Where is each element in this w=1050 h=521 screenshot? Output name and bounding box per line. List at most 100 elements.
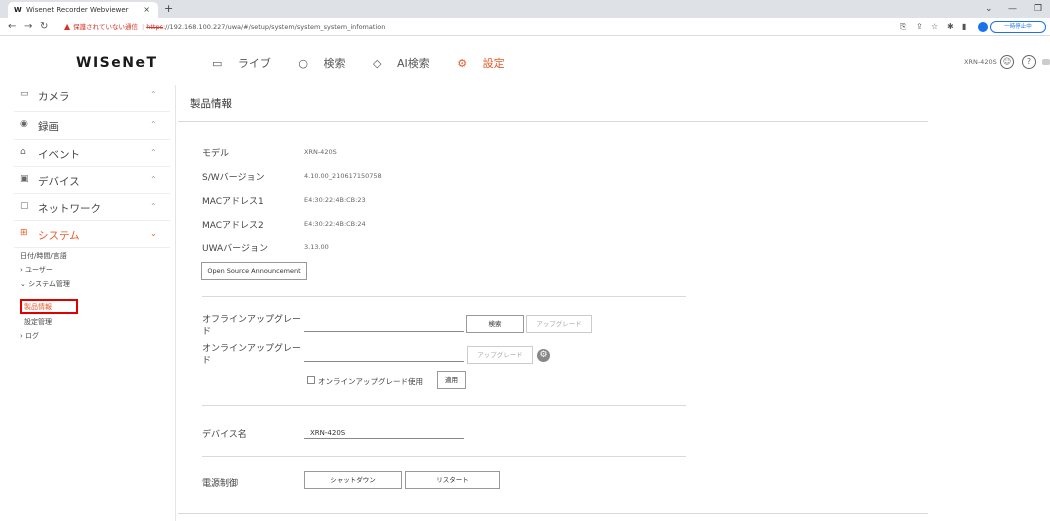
restore-icon[interactable]: ❐ xyxy=(1034,0,1042,18)
url-path: ://192.168.100.227/uwa/#/setup/system/sy… xyxy=(162,23,386,31)
product-info-panel: 製品情報 モデル XRN-420S S/Wバージョン 4.10.00_21061… xyxy=(176,85,1050,521)
network-icon: ▢ xyxy=(20,201,29,211)
profile-avatar[interactable] xyxy=(978,22,988,32)
sw-version-label: S/Wバージョン xyxy=(202,173,265,183)
user-icon[interactable]: ☺ xyxy=(1000,55,1014,69)
tab-close-icon[interactable]: × xyxy=(143,2,150,18)
page-title: 製品情報 xyxy=(190,98,232,110)
online-upgrade-label: オンラインアップグレー xyxy=(202,344,302,354)
sidebar-item-network[interactable]: ▢ ネットワーク ⌃ xyxy=(0,197,176,221)
reload-icon[interactable]: ↻ xyxy=(40,18,48,36)
notification-icon[interactable] xyxy=(1042,59,1050,65)
forward-icon[interactable]: → xyxy=(24,18,32,36)
model-label: モデル xyxy=(202,149,230,159)
settings-sidebar: ▭ カメラ ⌃ ◉ 録画 ⌃ ⌂ イベント ⌃ ▣ デバイス ⌃ ▢ ネットワー… xyxy=(0,85,176,521)
app-header: WISeNeT ▭ ライブ ○ 検索 ◇ AI検索 ⚙ 設定 XRN-420S … xyxy=(0,37,1050,85)
online-upgrade-checkbox-label: オンラインアップグレード使用 xyxy=(318,377,423,386)
address-bar[interactable]: ▲ 保護されていない通信 | https://192.168.100.227/uwa… xyxy=(64,20,894,34)
browser-tab[interactable]: W Wisenet Recorder Webviewer × xyxy=(8,2,158,18)
offline-upgrade-label: オフラインアップグレー xyxy=(202,315,302,325)
sidebar-sub-datetime[interactable]: 日付/時間/言語 xyxy=(20,251,67,261)
nav-ai-search[interactable]: ◇ AI検索 xyxy=(373,57,442,70)
mac2-value: E4:30:22:4B:CB:24 xyxy=(304,220,366,228)
offline-upgrade-label-wrap: ド xyxy=(202,327,212,337)
nav-search[interactable]: ○ 検索 xyxy=(298,57,357,70)
security-warning[interactable]: 保護されていない通信 xyxy=(73,23,138,31)
nav-live[interactable]: ▭ ライブ xyxy=(212,57,283,70)
nav-settings[interactable]: ⚙ 設定 xyxy=(457,57,516,70)
minimize-icon[interactable]: — xyxy=(1008,0,1017,18)
sidebar-item-camera[interactable]: ▭ カメラ ⌃ xyxy=(0,85,176,109)
monitor-icon: ▭ xyxy=(212,57,223,70)
wisenet-logo: WISeNeT xyxy=(76,55,158,71)
main-nav: ▭ ライブ ○ 検索 ◇ AI検索 ⚙ 設定 xyxy=(212,55,529,71)
chevron-right-icon: › xyxy=(20,332,23,340)
browse-button[interactable]: 検索 xyxy=(466,315,524,333)
sidebar-sub-user[interactable]: › ユーザー xyxy=(20,265,53,275)
online-upgrade-checkbox[interactable] xyxy=(307,376,315,384)
back-icon[interactable]: ← xyxy=(8,18,16,36)
chevron-down-icon: ⌄ xyxy=(150,229,157,238)
chevron-up-icon: ⌃ xyxy=(150,175,157,184)
sidebar-item-device[interactable]: ▣ デバイス ⌃ xyxy=(0,170,176,194)
chevron-up-icon: ⌃ xyxy=(150,120,157,129)
gear-icon[interactable]: ⚙ xyxy=(537,349,550,362)
uwa-version-label: UWAバージョン xyxy=(202,244,268,254)
sidebar-sub-log[interactable]: › ログ xyxy=(20,331,39,341)
sidebar-item-label: デバイス xyxy=(38,176,80,188)
url-protocol: https xyxy=(146,23,163,31)
sidebar-item-event[interactable]: ⌂ イベント ⌃ xyxy=(0,143,176,167)
divider xyxy=(14,220,170,221)
model-value: XRN-420S xyxy=(304,148,337,156)
bookmark-star-icon[interactable]: ☆ xyxy=(931,18,938,36)
wisenet-favicon-icon: W xyxy=(14,6,22,14)
search-icon: ○ xyxy=(298,57,309,70)
divider xyxy=(178,513,928,514)
warning-icon: ▲ xyxy=(64,22,71,31)
sidebar-item-label: イベント xyxy=(38,149,80,161)
divider xyxy=(14,193,170,194)
sidebar-item-label: 録画 xyxy=(38,121,59,133)
apply-button[interactable]: 適用 xyxy=(437,371,466,389)
divider xyxy=(202,456,686,457)
share-icon[interactable]: ⇪ xyxy=(916,18,923,36)
paused-badge[interactable]: 一時停止中 xyxy=(990,21,1046,33)
new-tab-button[interactable]: + xyxy=(164,0,173,18)
sw-version-value: 4.10.00_210617150758 xyxy=(304,172,382,180)
sidepanel-icon[interactable]: ▮ xyxy=(962,18,966,36)
device-name-underline xyxy=(304,438,464,439)
sidebar-sub-system-mgmt[interactable]: ⌄ システム管理 xyxy=(20,279,70,289)
online-upgrade-field xyxy=(304,361,464,362)
header-model-name: XRN-420S xyxy=(964,58,997,66)
system-icon: ⊞ xyxy=(20,228,28,238)
device-name-input[interactable]: XRN-420S xyxy=(310,429,345,437)
extensions-icon[interactable]: ✱ xyxy=(947,18,954,36)
ai-search-icon: ◇ xyxy=(373,57,382,70)
restart-button[interactable]: リスタート xyxy=(405,471,500,489)
bell-icon: ⌂ xyxy=(20,147,26,157)
divider xyxy=(178,121,928,122)
divider xyxy=(14,166,170,167)
sidebar-item-recording[interactable]: ◉ 録画 ⌃ xyxy=(0,115,176,139)
shutdown-button[interactable]: シャットダウン xyxy=(304,471,402,489)
browser-toolbar: ← → ↻ ▲ 保護されていない通信 | https://192.168.100.2… xyxy=(0,18,1050,36)
open-source-announcement-button[interactable]: Open Source Announcement xyxy=(201,262,307,280)
divider xyxy=(202,405,686,406)
tab-title: Wisenet Recorder Webviewer xyxy=(26,6,129,14)
device-name-label: デバイス名 xyxy=(202,430,247,440)
device-icon: ▣ xyxy=(20,174,29,184)
offline-upgrade-button[interactable]: アップグレード xyxy=(526,315,592,333)
divider xyxy=(14,111,170,112)
help-icon[interactable]: ? xyxy=(1022,55,1036,69)
sidebar-sub-settings-mgmt[interactable]: 設定管理 xyxy=(24,317,52,327)
offline-upgrade-file-field[interactable] xyxy=(304,331,464,332)
tab-search-icon[interactable]: ⌄ xyxy=(985,0,993,18)
divider xyxy=(14,139,170,140)
sidebar-item-label: ネットワーク xyxy=(38,203,101,215)
divider xyxy=(202,296,686,297)
online-upgrade-button[interactable]: アップグレード xyxy=(467,346,533,364)
sidebar-item-system[interactable]: ⊞ システム ⌄ xyxy=(0,224,176,248)
chevron-down-icon: ⌄ xyxy=(20,280,26,288)
translate-icon[interactable]: ⎘ xyxy=(900,18,906,36)
mac1-label: MACアドレス1 xyxy=(202,197,264,207)
